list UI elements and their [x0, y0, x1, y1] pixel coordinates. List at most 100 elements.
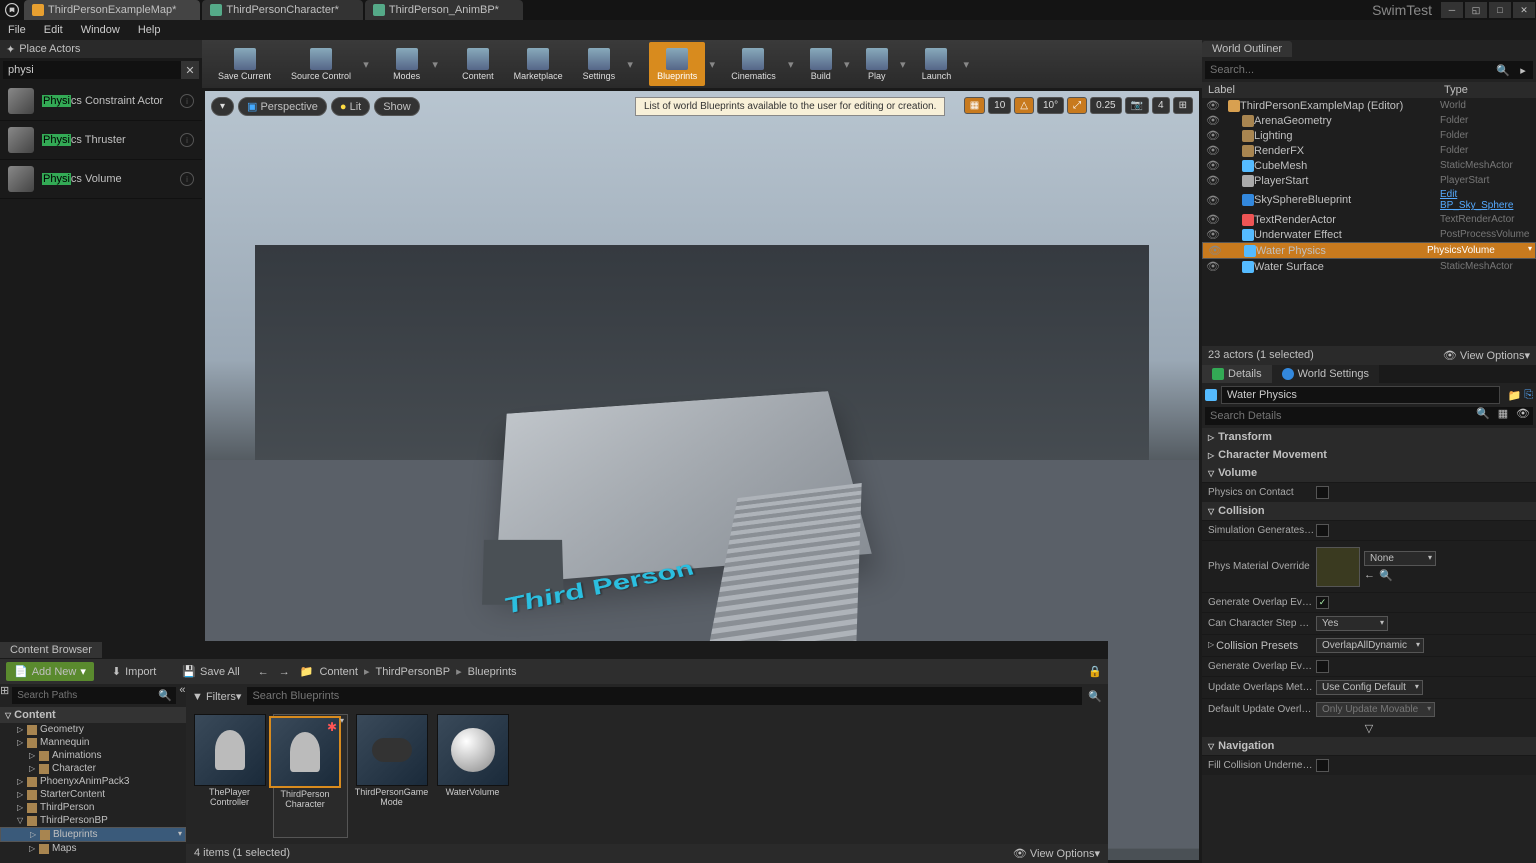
grid-snap-value[interactable]: 10: [988, 97, 1011, 114]
viewport-show-button[interactable]: Show: [374, 97, 420, 116]
viewport-maximize-icon[interactable]: ⊞: [1173, 97, 1193, 114]
collision-presets-dropdown[interactable]: OverlapAllDynamic: [1316, 638, 1424, 653]
camera-speed-value[interactable]: 4: [1152, 97, 1170, 114]
history-forward-icon[interactable]: →: [279, 666, 290, 678]
toolbar-dropdown-arrow[interactable]: ▾: [707, 42, 717, 86]
source-tree-item[interactable]: ▷Mannequin: [0, 736, 186, 749]
breadcrumb-content[interactable]: Content: [319, 666, 358, 678]
source-tree-item[interactable]: ▷StarterContent: [0, 788, 186, 801]
info-icon[interactable]: i: [180, 172, 194, 186]
breadcrumb-thirdpersonbp[interactable]: ThirdPersonBP: [376, 666, 451, 678]
outliner-row[interactable]: 👁 Underwater EffectPostProcessVolume: [1202, 227, 1536, 242]
outliner-row[interactable]: 👁 Water SurfaceStaticMeshActor: [1202, 259, 1536, 274]
outliner-row[interactable]: 👁 LightingFolder: [1202, 128, 1536, 143]
outliner-row[interactable]: 👁 ArenaGeometryFolder: [1202, 113, 1536, 128]
place-actor-item[interactable]: Physics Constraint Actori: [0, 82, 202, 121]
history-back-icon[interactable]: ←: [258, 666, 269, 678]
toolbar-dropdown-arrow[interactable]: ▾: [786, 42, 796, 86]
grid-snap-icon[interactable]: ▦: [964, 97, 985, 114]
asset-tile[interactable]: ThePlayer Controller: [192, 714, 267, 838]
outliner-row[interactable]: 👁 PlayerStartPlayerStart: [1202, 173, 1536, 188]
toolbar-dropdown-arrow[interactable]: ▾: [625, 42, 635, 86]
search-icon[interactable]: 🔍: [1473, 407, 1493, 425]
visibility-icon[interactable]: 👁: [1206, 144, 1220, 157]
expand-advanced-icon[interactable]: ▽: [1202, 720, 1536, 737]
outliner-row[interactable]: 👁 TextRenderActorTextRenderActor: [1202, 212, 1536, 227]
viewport-lit-button[interactable]: ●Lit: [331, 97, 370, 116]
source-tree-item[interactable]: ▷Character: [0, 762, 186, 775]
filters-button[interactable]: ▼ Filters▾: [192, 690, 241, 703]
visibility-icon[interactable]: 👁: [1208, 244, 1222, 257]
place-actor-item[interactable]: Physics Thrusteri: [0, 121, 202, 160]
menu-edit[interactable]: Edit: [44, 24, 63, 36]
editor-tab-map[interactable]: ThirdPersonExampleMap*: [24, 0, 200, 20]
close-button[interactable]: ✕: [1513, 2, 1535, 18]
angle-snap-value[interactable]: 10°: [1037, 97, 1064, 114]
content-view-options[interactable]: 👁 View Options▾: [1013, 847, 1100, 860]
actor-browse-icon[interactable]: 📁: [1507, 389, 1521, 402]
tab-world-outliner[interactable]: World Outliner: [1202, 41, 1292, 57]
save-all-button[interactable]: 💾 Save All: [174, 662, 247, 681]
physics-on-contact-checkbox[interactable]: [1316, 486, 1329, 499]
asset-tile[interactable]: WaterVolume: [435, 714, 510, 838]
folder-icon[interactable]: 📁: [300, 665, 314, 678]
menu-file[interactable]: File: [8, 24, 26, 36]
sim-hit-checkbox[interactable]: [1316, 524, 1329, 537]
blueprint-edit-icon[interactable]: ⎘: [1524, 389, 1533, 402]
actor-name-input[interactable]: [1221, 386, 1500, 404]
sources-search-input[interactable]: [12, 687, 154, 704]
viewport-menu-button[interactable]: ▾: [211, 97, 234, 116]
toolbar-marketplace[interactable]: Marketplace: [506, 42, 571, 86]
fill-collision-checkbox[interactable]: [1316, 759, 1329, 772]
toolbar-dropdown-arrow[interactable]: ▾: [898, 42, 908, 86]
editor-tab-character[interactable]: ThirdPersonCharacter*: [202, 0, 363, 20]
source-tree-item[interactable]: ▷ThirdPerson: [0, 801, 186, 814]
import-button[interactable]: ⬇ Import: [104, 662, 164, 681]
browse-icon[interactable]: 🔍: [1379, 569, 1393, 582]
toolbar-cinematics[interactable]: Cinematics: [723, 42, 784, 86]
editor-tab-animbp[interactable]: ThirdPerson_AnimBP*: [365, 0, 523, 20]
visibility-icon[interactable]: 👁: [1206, 260, 1220, 273]
lock-icon[interactable]: 🔒: [1088, 665, 1102, 678]
visibility-icon[interactable]: 👁: [1206, 194, 1220, 207]
toolbar-dropdown-arrow[interactable]: ▾: [430, 42, 440, 86]
visibility-icon[interactable]: 👁: [1206, 99, 1220, 112]
outliner-search-input[interactable]: [1205, 61, 1493, 79]
sources-toggle-icon[interactable]: ⊞: [0, 684, 9, 707]
sources-collapse-icon[interactable]: «: [179, 684, 186, 707]
source-tree-item[interactable]: ▷Animations: [0, 749, 186, 762]
outliner-row[interactable]: 👁 SkySphereBlueprintEdit BP_Sky_Sphere: [1202, 188, 1536, 212]
toolbar-dropdown-arrow[interactable]: ▾: [842, 42, 852, 86]
search-icon[interactable]: 🔍: [1493, 61, 1513, 79]
use-selected-icon[interactable]: ←: [1364, 569, 1375, 582]
category-character-movement[interactable]: ▷Character Movement: [1202, 446, 1536, 464]
place-actors-header[interactable]: ✦ Place Actors: [0, 40, 202, 58]
sources-tree[interactable]: ▷Geometry▷Mannequin▷Animations▷Character…: [0, 723, 186, 855]
can-step-dropdown[interactable]: Yes: [1316, 616, 1388, 631]
place-actor-item[interactable]: Physics Volumei: [0, 160, 202, 199]
toolbar-source-control[interactable]: Source Control: [283, 42, 359, 86]
tab-world-settings[interactable]: World Settings: [1272, 365, 1379, 383]
property-matrix-icon[interactable]: ▦: [1493, 407, 1513, 425]
outliner-row[interactable]: 👁 CubeMeshStaticMeshActor: [1202, 158, 1536, 173]
outliner-col-type[interactable]: Type: [1444, 84, 1530, 96]
source-tree-item[interactable]: ▷Blueprints: [0, 827, 186, 842]
info-icon[interactable]: i: [180, 94, 194, 108]
place-actors-search-input[interactable]: [3, 61, 181, 79]
visibility-icon[interactable]: 👁: [1206, 129, 1220, 142]
category-transform[interactable]: ▷Transform: [1202, 428, 1536, 446]
source-tree-item[interactable]: ▷Maps: [0, 842, 186, 855]
toolbar-launch[interactable]: Launch: [914, 42, 960, 86]
toolbar-dropdown-arrow[interactable]: ▾: [361, 42, 371, 86]
details-search-input[interactable]: [1205, 407, 1473, 425]
outliner-tree[interactable]: 👁 ThirdPersonExampleMap (Editor)World👁 A…: [1202, 98, 1536, 346]
search-icon[interactable]: 🔍: [154, 687, 176, 704]
phys-material-dropdown[interactable]: None: [1364, 551, 1436, 566]
toolbar-save-current[interactable]: Save Current: [210, 42, 279, 86]
minimize-button[interactable]: ─: [1441, 2, 1463, 18]
maximize-button[interactable]: □: [1489, 2, 1511, 18]
tab-details[interactable]: Details: [1202, 365, 1272, 383]
toolbar-settings[interactable]: Settings: [575, 42, 624, 86]
tab-content-browser[interactable]: Content Browser: [0, 642, 102, 658]
outliner-view-options[interactable]: 👁 View Options▾: [1443, 349, 1530, 362]
